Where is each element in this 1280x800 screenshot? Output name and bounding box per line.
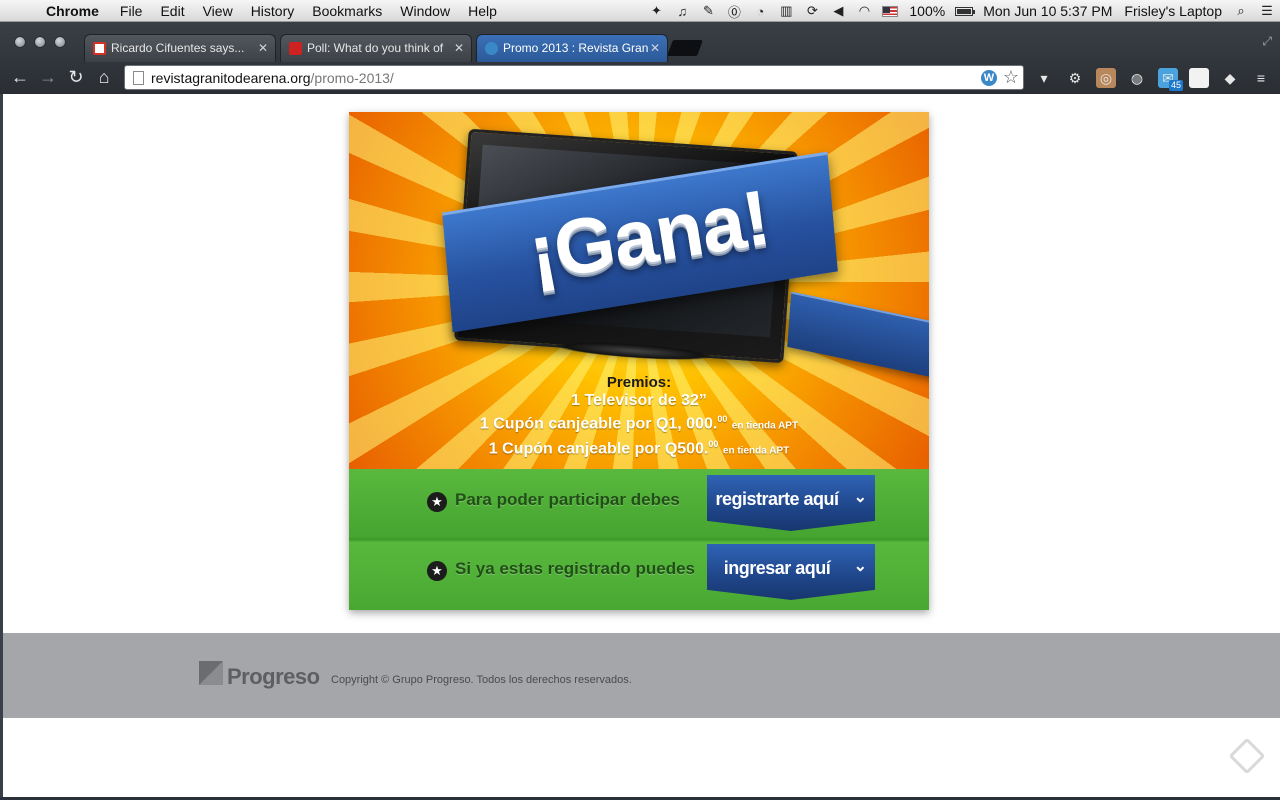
notification-center-icon[interactable]: ☰ xyxy=(1254,0,1280,22)
floating-tag-icon[interactable] xyxy=(1228,737,1266,775)
page-footer: Progreso Copyright © Grupo Progreso. Tod… xyxy=(3,633,1280,718)
login-row: ★ Si ya estas registrado puedes ingresar… xyxy=(349,541,929,601)
macos-menu-bar: Chrome File Edit View History Bookmarks … xyxy=(0,0,1280,22)
register-prompt: Para poder participar debes xyxy=(455,490,680,509)
menu-app-name[interactable]: Chrome xyxy=(36,0,111,22)
prizes-list: Premios: 1 Televisor de 32” 1 Cupón canj… xyxy=(349,374,929,461)
register-button-label: registrarte aquí xyxy=(715,489,839,509)
register-row: ★ Para poder participar debes registrart… xyxy=(349,472,929,532)
prize-coupon-1000: 1 Cupón canjeable por Q1, 000.00 en tien… xyxy=(349,410,929,435)
pocket-extension-icon[interactable]: ▾ xyxy=(1034,68,1054,88)
site-favicon-icon xyxy=(289,42,302,55)
home-button[interactable]: ⌂ xyxy=(92,65,116,89)
footer-brand: Progreso xyxy=(227,664,320,689)
page-icon xyxy=(133,71,144,85)
settings-gear-icon[interactable]: ⚙ xyxy=(1065,68,1085,88)
page-viewport: ¡Gana! Premios: 1 Televisor de 32” 1 Cup… xyxy=(3,94,1280,797)
menu-file[interactable]: File xyxy=(111,0,152,22)
footer-copyright: Copyright © Grupo Progreso. Todos los de… xyxy=(331,674,632,686)
tab-title: Ricardo Cifuentes says... xyxy=(111,41,245,55)
tab-poll[interactable]: Poll: What do you think of ✕ xyxy=(280,34,472,62)
tab-strip: Ricardo Cifuentes says... ✕ Poll: What d… xyxy=(0,22,1280,62)
timer-icon[interactable]: ⓪ xyxy=(721,0,747,22)
dropbox-icon[interactable]: ✦ xyxy=(643,0,669,22)
meter-icon[interactable]: ▥ xyxy=(773,0,799,22)
tab-close-icon[interactable]: ✕ xyxy=(454,35,464,61)
browser-chrome: Ricardo Cifuentes says... ✕ Poll: What d… xyxy=(0,22,1280,94)
prize-coupon-500-cents: 00 xyxy=(708,439,719,450)
progreso-logo-icon xyxy=(199,661,223,685)
menu-edit[interactable]: Edit xyxy=(151,0,193,22)
input-flag-icon[interactable] xyxy=(877,0,903,22)
twitter-extension-icon[interactable]: ✉ 45 xyxy=(1158,68,1183,91)
forward-button[interactable]: → xyxy=(36,65,60,89)
prize-coupon-1000-store: en tienda APT xyxy=(731,420,799,432)
tab-promo-active[interactable]: Promo 2013 : Revista Gran ✕ xyxy=(476,34,668,62)
prize-coupon-1000-text: 1 Cupón canjeable por Q1, 000. xyxy=(479,415,718,433)
bookmark-star-icon[interactable]: ☆ xyxy=(1003,67,1019,88)
chevron-down-icon: ⌄ xyxy=(853,558,867,575)
promo-container: ¡Gana! Premios: 1 Televisor de 32” 1 Cup… xyxy=(349,112,929,610)
instagram-extension-icon[interactable]: ◎ xyxy=(1096,68,1116,88)
new-tab-button[interactable] xyxy=(667,40,703,56)
color-picker-icon[interactable]: ◍ xyxy=(1127,68,1147,88)
prize-coupon-500: 1 Cupón canjeable por Q500.00 en tienda … xyxy=(349,435,929,460)
login-button-label: ingresar aquí xyxy=(723,558,831,578)
feedly-extension-icon[interactable]: ◆ xyxy=(1220,68,1240,88)
menu-bookmarks[interactable]: Bookmarks xyxy=(303,0,391,22)
fullscreen-icon[interactable]: ⤢ xyxy=(1262,34,1272,49)
login-button[interactable]: ingresar aquí ⌄ xyxy=(707,544,875,600)
prize-tv: 1 Televisor de 32” xyxy=(571,392,707,409)
browser-toolbar: ← → ↻ ⌂ revistagranitodearena.org/promo-… xyxy=(0,62,1280,94)
tab-title: Poll: What do you think of xyxy=(307,41,444,55)
prize-coupon-500-store: en tienda APT xyxy=(722,445,790,457)
user-name[interactable]: Frisley's Laptop xyxy=(1118,0,1228,22)
wordpress-icon[interactable]: W xyxy=(981,70,997,86)
tab-close-icon[interactable]: ✕ xyxy=(258,35,268,61)
wordpress-favicon-icon xyxy=(485,42,498,55)
back-button[interactable]: ← xyxy=(8,65,32,89)
speaker-disabled-icon[interactable]: ◔ xyxy=(747,0,773,22)
prize-coupon-500-text: 1 Cupón canjeable por Q500. xyxy=(488,440,709,458)
chrome-menu-icon[interactable]: ≡ xyxy=(1251,68,1271,88)
url-path: /promo-2013/ xyxy=(310,70,394,86)
zoom-window-button[interactable] xyxy=(54,36,66,48)
prizes-heading: Premios: xyxy=(606,374,672,391)
register-button[interactable]: registrarte aquí ⌄ xyxy=(707,475,875,531)
tab-close-icon[interactable]: ✕ xyxy=(650,35,660,61)
evernote-icon[interactable]: ✎ xyxy=(695,0,721,22)
volume-icon[interactable]: ◀ xyxy=(825,0,851,22)
battery-icon[interactable] xyxy=(951,0,977,22)
star-bullet-icon: ★ xyxy=(427,492,447,512)
tab-gmail[interactable]: Ricardo Cifuentes says... ✕ xyxy=(84,34,276,62)
menu-window[interactable]: Window xyxy=(391,0,459,22)
twitter-count-badge: 45 xyxy=(1168,80,1183,91)
cta-section: ★ Para poder participar debes registrart… xyxy=(349,469,929,610)
wifi-icon[interactable]: ◠ xyxy=(851,0,877,22)
sync-icon[interactable]: ⟳ xyxy=(799,0,825,22)
menu-view[interactable]: View xyxy=(194,0,242,22)
promo-banner: ¡Gana! Premios: 1 Televisor de 32” 1 Cup… xyxy=(349,112,929,469)
minimize-window-button[interactable] xyxy=(34,36,46,48)
close-window-button[interactable] xyxy=(14,36,26,48)
reload-button[interactable]: ↻ xyxy=(64,65,88,89)
login-prompt: Si ya estas registrado puedes xyxy=(455,559,695,578)
headphones-icon[interactable]: ♫ xyxy=(669,0,695,22)
clock[interactable]: Mon Jun 10 5:37 PM xyxy=(977,0,1118,22)
url-text[interactable]: revistagranitodearena.org/promo-2013/ xyxy=(151,66,394,90)
tab-title: Promo 2013 : Revista Gran xyxy=(503,41,649,55)
star-bullet-icon: ★ xyxy=(427,561,447,581)
menu-history[interactable]: History xyxy=(242,0,304,22)
battery-percent[interactable]: 100% xyxy=(903,0,951,22)
gmail-favicon-icon xyxy=(93,42,106,55)
spotlight-search-icon[interactable]: ⌕ xyxy=(1228,0,1254,22)
ribbon-tail xyxy=(787,291,929,381)
blank-extension-icon[interactable] xyxy=(1189,68,1209,88)
chevron-down-icon: ⌄ xyxy=(853,489,867,506)
url-domain: revistagranitodearena.org xyxy=(151,70,311,86)
address-bar[interactable]: revistagranitodearena.org/promo-2013/ W … xyxy=(124,65,1024,90)
menu-help[interactable]: Help xyxy=(459,0,506,22)
prize-coupon-1000-cents: 00 xyxy=(717,414,728,424)
